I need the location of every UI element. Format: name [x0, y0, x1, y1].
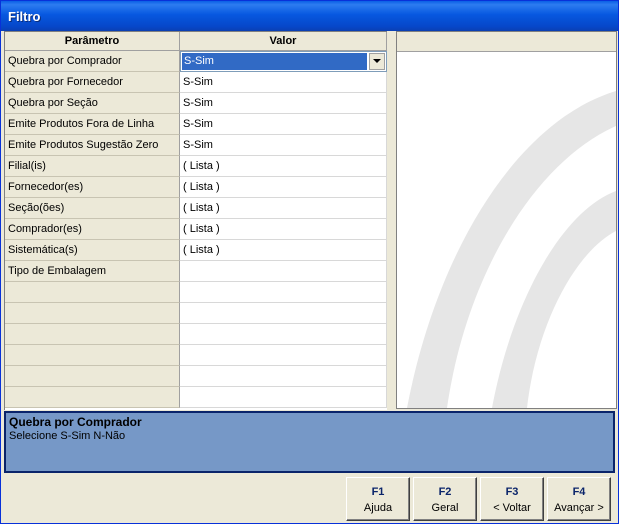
table-row [5, 345, 387, 366]
table-row[interactable]: Seção(ões) ( Lista ) [5, 198, 387, 219]
table-row[interactable]: Filial(is) ( Lista ) [5, 156, 387, 177]
parameter-label: Emite Produtos Fora de Linha [5, 114, 180, 135]
column-header-parameter: Parâmetro [5, 32, 180, 51]
parameter-value[interactable]: S-Sim [180, 114, 387, 135]
parameter-label: Comprador(es) [5, 219, 180, 240]
table-row[interactable]: Tipo de Embalagem [5, 261, 387, 282]
table-row[interactable]: Quebra por Seção S-Sim [5, 93, 387, 114]
parameter-value [180, 366, 387, 387]
parameter-label: Filial(is) [5, 156, 180, 177]
back-button-label: < Voltar [493, 502, 531, 514]
table-row[interactable]: Quebra por Comprador S-Sim [5, 51, 387, 72]
watermark-logo [407, 91, 616, 408]
preview-panel-header [397, 32, 616, 52]
next-button-label: Avançar > [554, 502, 604, 514]
table-row [5, 387, 387, 408]
parameter-label: Quebra por Seção [5, 93, 180, 114]
table-row [5, 303, 387, 324]
parameter-label [5, 345, 180, 366]
parameter-value [180, 324, 387, 345]
description-text: Selecione S-Sim N-Não [9, 430, 126, 442]
parameter-value [180, 282, 387, 303]
table-row [5, 366, 387, 387]
table-row [5, 282, 387, 303]
parameter-value[interactable]: ( Lista ) [180, 240, 387, 261]
chevron-down-icon [373, 59, 381, 63]
parameter-value[interactable]: S-Sim [180, 72, 387, 93]
parameter-value [180, 387, 387, 408]
table-row[interactable]: Comprador(es) ( Lista ) [5, 219, 387, 240]
parameter-label [5, 282, 180, 303]
parameter-value [180, 303, 387, 324]
general-button-label: Geral [431, 502, 459, 514]
filter-window: Filtro Parâmetro Valor Quebra por Compra… [0, 0, 619, 524]
window-title: Filtro [8, 9, 41, 24]
parameter-value[interactable]: S-Sim [180, 93, 387, 114]
parameter-value[interactable]: S-Sim [180, 135, 387, 156]
general-button-key: F2 [438, 486, 452, 498]
next-button-key: F4 [572, 486, 586, 498]
preview-panel [396, 31, 617, 409]
next-button[interactable]: F4 Avançar > [547, 477, 611, 521]
description-title: Quebra por Comprador [9, 415, 142, 429]
general-button[interactable]: F2 Geral [413, 477, 477, 521]
parameter-label [5, 387, 180, 408]
parameter-label [5, 324, 180, 345]
table-row[interactable]: Sistemática(s) ( Lista ) [5, 240, 387, 261]
help-button-label: Ajuda [363, 502, 393, 514]
help-button-key: F1 [371, 486, 385, 498]
title-bar[interactable]: Filtro [1, 1, 618, 31]
description-panel: Quebra por Comprador Selecione S-Sim N-N… [4, 411, 615, 473]
parameter-label: Tipo de Embalagem [5, 261, 180, 282]
table-row [5, 324, 387, 345]
back-button[interactable]: F3 < Voltar [480, 477, 544, 521]
column-header-value: Valor [180, 32, 387, 51]
table-row[interactable]: Emite Produtos Fora de Linha S-Sim [5, 114, 387, 135]
parameter-grid: Parâmetro Valor Quebra por Comprador S-S… [4, 31, 387, 410]
parameter-value[interactable]: ( Lista ) [180, 219, 387, 240]
parameter-value [180, 345, 387, 366]
parameter-value[interactable]: ( Lista ) [180, 198, 387, 219]
table-row[interactable]: Fornecedor(es) ( Lista ) [5, 177, 387, 198]
table-row[interactable]: Emite Produtos Sugestão Zero S-Sim [5, 135, 387, 156]
parameter-value[interactable]: ( Lista ) [180, 177, 387, 198]
parameter-label [5, 366, 180, 387]
combobox-selected-value[interactable]: S-Sim [182, 53, 367, 70]
parameter-value[interactable]: ( Lista ) [180, 156, 387, 177]
parameter-label: Emite Produtos Sugestão Zero [5, 135, 180, 156]
value-combobox[interactable]: S-Sim [180, 51, 387, 72]
parameter-label: Quebra por Comprador [5, 51, 180, 72]
parameter-value[interactable] [180, 261, 387, 282]
parameter-label: Sistemática(s) [5, 240, 180, 261]
parameter-label [5, 303, 180, 324]
back-button-key: F3 [505, 486, 519, 498]
parameter-label: Fornecedor(es) [5, 177, 180, 198]
combobox-dropdown-button[interactable] [369, 53, 385, 70]
parameter-label: Seção(ões) [5, 198, 180, 219]
table-row[interactable]: Quebra por Fornecedor S-Sim [5, 72, 387, 93]
help-button[interactable]: F1 Ajuda [346, 477, 410, 521]
parameter-label: Quebra por Fornecedor [5, 72, 180, 93]
